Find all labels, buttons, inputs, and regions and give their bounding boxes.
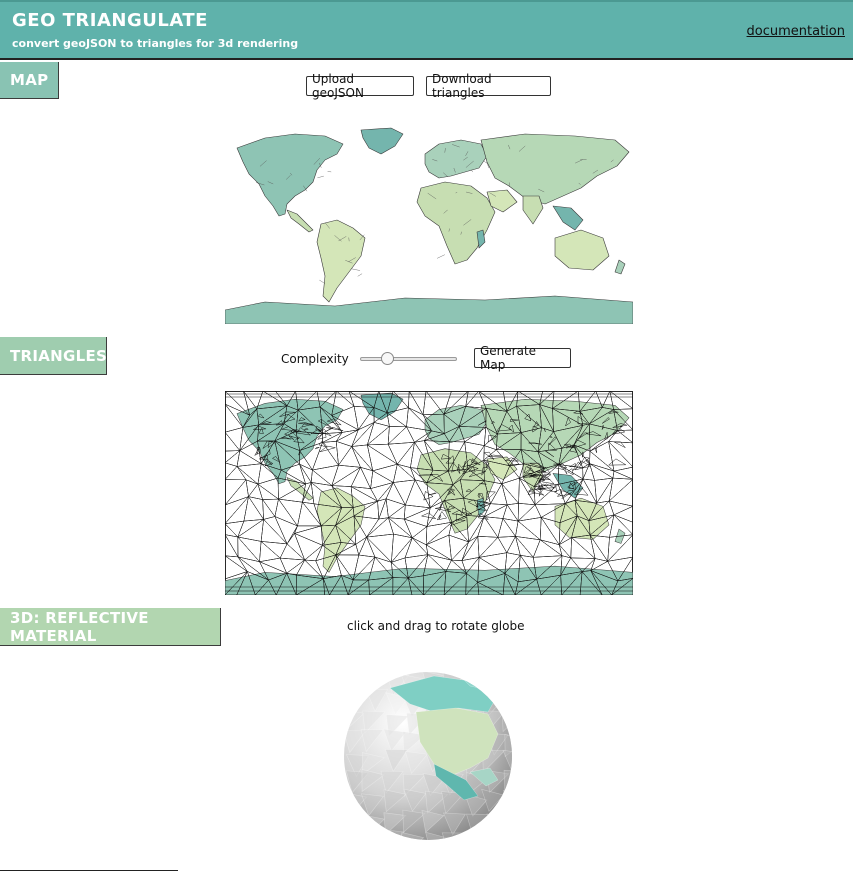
country-border (357, 273, 363, 277)
footer-divider (0, 870, 178, 871)
land-new-zealand (614, 259, 626, 275)
country-border (436, 254, 445, 259)
country-border (327, 171, 332, 173)
land-antarctica (225, 295, 633, 324)
land-south-america (316, 219, 366, 303)
globe-facet (503, 770, 512, 794)
country-border (319, 279, 326, 284)
land-se-asia (552, 205, 584, 231)
globe-facet (365, 833, 389, 840)
globe-facet (441, 832, 465, 840)
download-triangles-button[interactable]: Download triangles (426, 72, 551, 100)
globe-facet (502, 829, 512, 840)
world-map (225, 127, 633, 324)
3d-globe[interactable] (338, 668, 518, 844)
land-australia (554, 229, 610, 271)
rotate-globe-hint: click and drag to rotate globe (347, 619, 525, 633)
generate-map-button[interactable]: Generate Map (474, 344, 571, 372)
land-north-america (236, 133, 344, 217)
globe-facet (466, 833, 490, 840)
globe-facet (381, 829, 405, 840)
country-border (483, 160, 487, 164)
land-central-america (286, 209, 314, 233)
triangulated-map (225, 391, 633, 595)
globe-facet (502, 811, 512, 835)
globe-facet (344, 809, 366, 833)
complexity-slider-handle[interactable] (381, 352, 394, 365)
globe-facet (466, 813, 490, 837)
globe-facet (361, 814, 385, 838)
country-border (351, 268, 361, 271)
globe-facet (486, 813, 510, 837)
upload-geojson-button[interactable]: Upload geoJSON (306, 72, 414, 100)
globe-facet (506, 674, 512, 698)
documentation-link[interactable]: documentation (747, 24, 845, 39)
land-greenland (360, 127, 404, 155)
land-africa (416, 181, 496, 265)
app-subtitle: convert geoJSON to triangles for 3d rend… (12, 37, 299, 50)
globe-facet (482, 672, 506, 694)
globe-facet (344, 672, 366, 693)
complexity-label: Complexity (281, 352, 349, 366)
globe-facet (501, 709, 512, 733)
app-title: GEO TRIANGULATE (12, 10, 208, 31)
mesh-triangle (553, 463, 563, 465)
complexity-slider[interactable] (360, 357, 457, 361)
section-label-map: MAP (0, 62, 59, 99)
globe-facet (485, 833, 509, 840)
section-label-triangles: TRIANGLES (0, 337, 107, 375)
section-label-3d: 3D: REFLECTIVE MATERIAL (0, 608, 221, 646)
app-header: GEO TRIANGULATE convert geoJSON to trian… (0, 0, 853, 60)
land-india (522, 195, 544, 225)
mesh-triangle (549, 436, 553, 438)
country-border (317, 175, 324, 179)
globe-facet (502, 789, 512, 813)
globe-facet (344, 830, 365, 840)
globe-facet (504, 691, 512, 715)
